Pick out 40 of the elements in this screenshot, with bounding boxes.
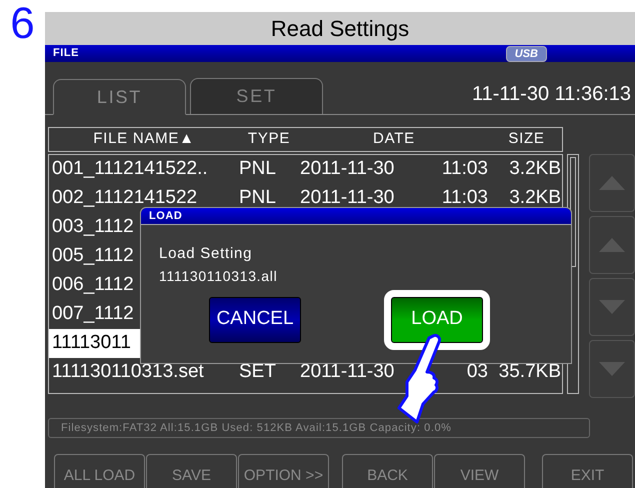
table-cell-text: PNL xyxy=(239,186,277,210)
table-cell-text: 03 xyxy=(466,360,488,384)
table-cell-text: 002_1112141522 xyxy=(51,186,198,210)
table-cell-text: 001_1112141522.. xyxy=(51,157,208,182)
clock: 11-11-30 11:36:13 xyxy=(472,82,631,107)
scroll-down-button[interactable] xyxy=(589,278,635,336)
page-down-button[interactable] xyxy=(589,340,635,398)
table-cell-text: 2011-11-30 xyxy=(300,186,394,210)
dialog-message: Load Setting xyxy=(159,244,254,264)
table-cell-text: 3.2KB xyxy=(508,157,562,182)
scroll-up-button[interactable] xyxy=(589,216,635,274)
page-up-button[interactable] xyxy=(589,154,635,212)
up-triangle-icon xyxy=(599,238,625,252)
table-cell-text: 11:03 xyxy=(442,186,488,210)
table-cell-text: 2011-11-30 xyxy=(300,360,394,384)
file-row[interactable]: 001_1112141522.. PNL 2011-11-30 11:03 3.2KB xyxy=(49,155,562,184)
table-cell-text: 11:03 xyxy=(442,157,488,182)
file-name: 111130110313.all xyxy=(159,266,278,286)
dialog-title: LOAD xyxy=(149,208,182,224)
up-triangle-icon xyxy=(599,176,625,190)
cancel-button[interactable]: CANCEL xyxy=(209,296,301,342)
table-cell-text: 35.7KB xyxy=(498,360,562,384)
column-header[interactable]: TYPE xyxy=(239,128,299,151)
table-cell-text: SET xyxy=(239,360,277,384)
page-title: Read Settings xyxy=(270,15,410,43)
step-number: 6 xyxy=(10,2,35,50)
filesystem-info: Filesystem:FAT32 All:15.1GB Used: 512KB Avail:15.1GB Capacity: 0.0% xyxy=(61,420,452,436)
header-label: FILE xyxy=(53,46,80,62)
usb-indicator: USB xyxy=(506,46,547,62)
table-cell-text: 3.2KB xyxy=(508,186,562,210)
column-header[interactable]: DATE xyxy=(299,128,489,151)
table-cell-text: 2011-11-30 xyxy=(300,157,394,182)
column-header[interactable]: SIZE xyxy=(489,128,564,151)
pointing-hand-icon xyxy=(397,332,441,424)
table-cell-text: PNL xyxy=(239,157,277,182)
table-cell-text: 111130110313.set xyxy=(51,360,204,384)
column-header[interactable]: FILE NAME▲ xyxy=(49,128,239,151)
down-triangle-icon xyxy=(599,362,625,376)
table-cell-text: 11113011 xyxy=(51,331,131,356)
down-triangle-icon xyxy=(599,300,625,314)
